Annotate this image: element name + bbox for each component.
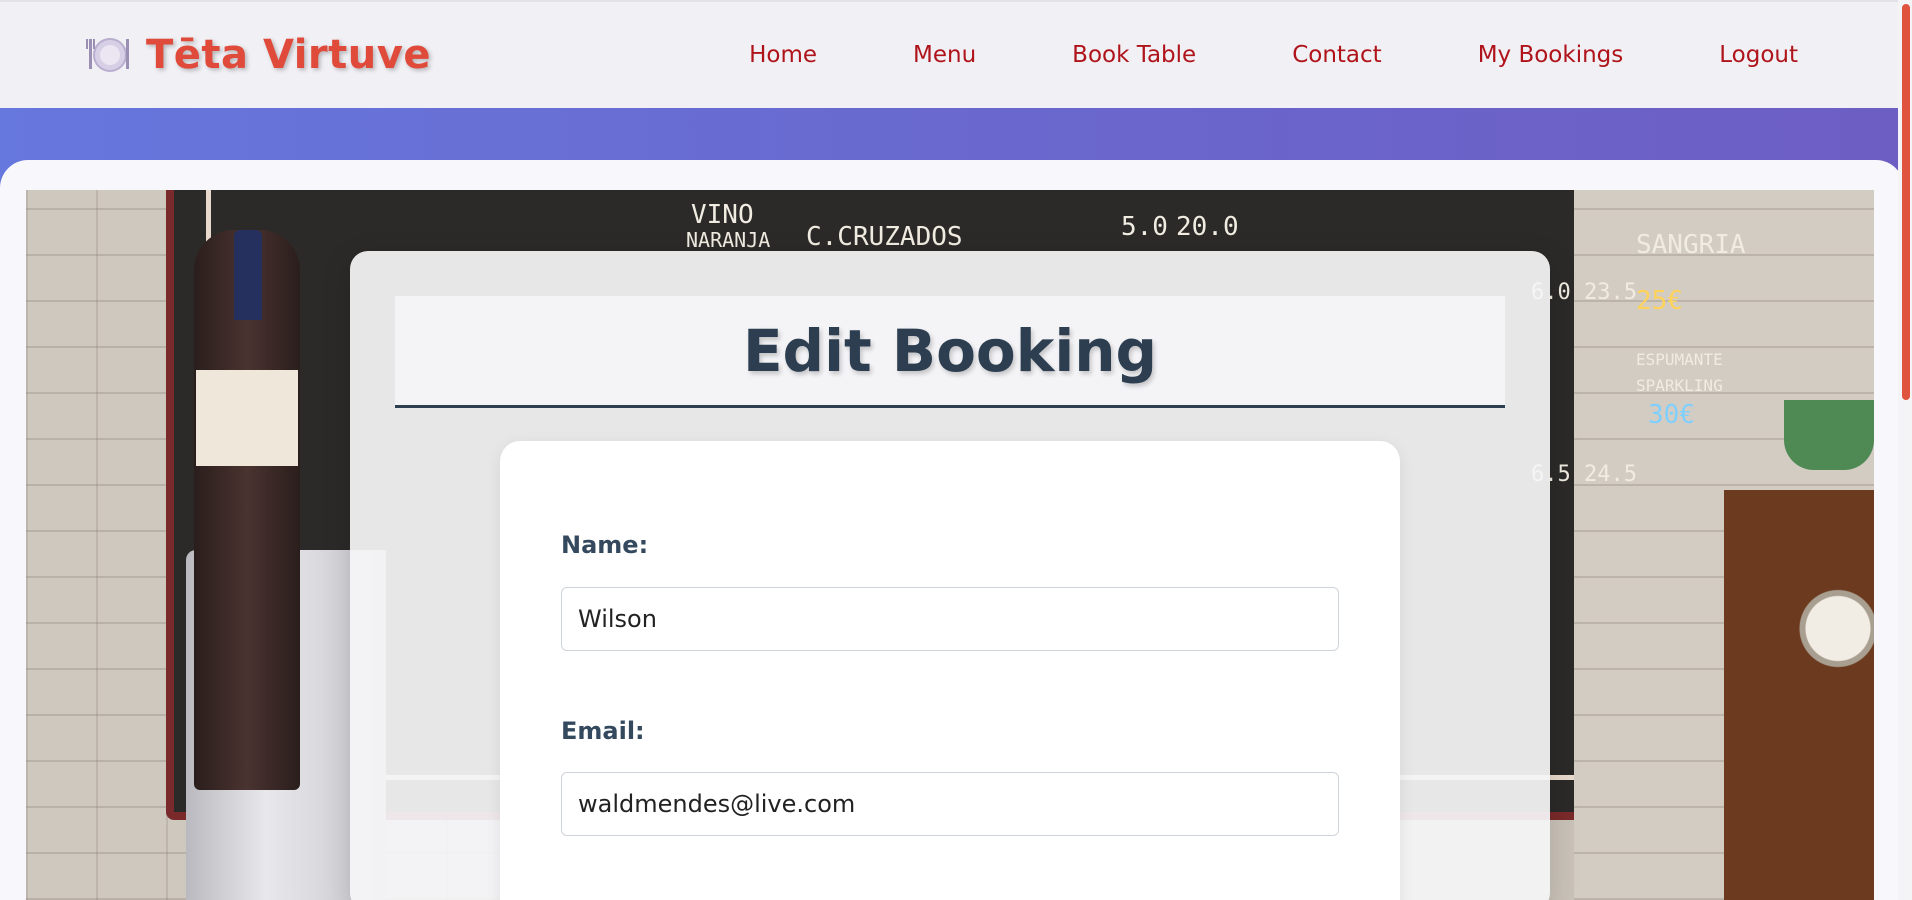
card-header: Edit Booking xyxy=(395,296,1505,408)
green-pot xyxy=(1784,400,1874,470)
clock-icon xyxy=(1798,570,1874,700)
bottle-neck xyxy=(234,230,262,320)
chalk-text: SANGRIA xyxy=(1636,230,1746,260)
email-field[interactable] xyxy=(561,772,1339,836)
name-field[interactable] xyxy=(561,587,1339,651)
page-title: Edit Booking xyxy=(742,316,1158,385)
plate-cutlery-icon xyxy=(86,33,130,77)
scrollbar[interactable] xyxy=(1898,0,1912,900)
chalk-text: 30€ xyxy=(1648,400,1695,430)
booking-form: Name: Email: xyxy=(500,441,1400,900)
chalk-text: SPARKLING xyxy=(1636,376,1723,395)
chalk-text: 5.0 xyxy=(1121,212,1168,242)
chalk-text: VINO xyxy=(691,200,754,230)
nav-book-table[interactable]: Book Table xyxy=(1072,42,1196,68)
scrollbar-thumb[interactable] xyxy=(1902,4,1910,400)
chalk-text: 25€ xyxy=(1636,286,1683,316)
chalk-text: ESPUMANTE xyxy=(1636,350,1723,369)
brand-title: Tēta Virtuve xyxy=(146,32,431,78)
email-label: Email: xyxy=(561,717,645,745)
chalk-text: NARANJA xyxy=(686,228,771,252)
main-nav: Home Menu Book Table Contact My Bookings… xyxy=(749,42,1798,68)
chalk-text: C.CRUZADOS xyxy=(806,222,963,252)
navbar: Tēta Virtuve Home Menu Book Table Contac… xyxy=(0,0,1898,108)
nav-home[interactable]: Home xyxy=(749,42,817,68)
edit-booking-card: Edit Booking Name: Email: xyxy=(350,251,1550,900)
nav-contact[interactable]: Contact xyxy=(1292,42,1381,68)
nav-my-bookings[interactable]: My Bookings xyxy=(1478,42,1624,68)
nav-menu[interactable]: Menu xyxy=(913,42,976,68)
bottle-label xyxy=(196,370,298,466)
nav-logout[interactable]: Logout xyxy=(1719,42,1798,68)
brand[interactable]: Tēta Virtuve xyxy=(86,32,431,78)
chalk-text: 20.0 xyxy=(1176,212,1239,242)
name-label: Name: xyxy=(561,531,649,559)
